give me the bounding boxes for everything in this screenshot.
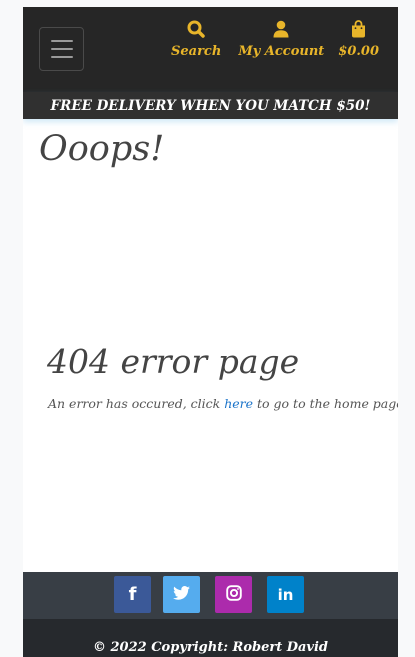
page: Search My Account $0.00 FREE DELIVERY WH…	[23, 7, 398, 657]
twitter-button[interactable]	[163, 576, 200, 613]
copyright-text: © 2022 Copyright: Robert David	[92, 640, 329, 655]
delivery-banner: FREE DELIVERY WHEN YOU MATCH $50!	[23, 92, 398, 119]
social-bar: f in	[23, 572, 398, 619]
twitter-icon	[173, 585, 190, 604]
hamburger-icon	[50, 40, 73, 42]
my-account-link[interactable]: My Account	[238, 18, 324, 59]
search-label: Search	[171, 44, 222, 59]
copyright-bar: © 2022 Copyright: Robert David	[23, 619, 398, 657]
error-text-before: An error has occured, click	[48, 396, 225, 411]
linkedin-icon: in	[277, 585, 294, 604]
hamburger-menu-button[interactable]	[39, 27, 84, 71]
user-icon	[273, 18, 289, 40]
shopping-bag-icon	[351, 18, 366, 40]
error-message: An error has occured, click here to go t…	[48, 396, 398, 411]
instagram-icon	[225, 584, 242, 605]
top-navbar: Search My Account $0.00	[23, 7, 398, 92]
cart-link[interactable]: $0.00	[338, 18, 379, 59]
facebook-button[interactable]: f	[114, 576, 151, 613]
search-link[interactable]: Search	[171, 18, 221, 59]
home-link[interactable]: here	[224, 396, 253, 411]
search-icon	[187, 18, 205, 40]
header-nav: Search My Account $0.00	[171, 18, 398, 59]
cart-total-label: $0.00	[338, 44, 379, 59]
my-account-label: My Account	[238, 44, 325, 59]
instagram-button[interactable]	[215, 576, 252, 613]
linkedin-button[interactable]: in	[267, 576, 304, 613]
page-title: Ooops!	[39, 129, 165, 169]
error-heading: 404 error page	[47, 342, 300, 381]
facebook-icon: f	[128, 584, 137, 605]
error-text-after: to go to the home page.	[253, 396, 398, 411]
